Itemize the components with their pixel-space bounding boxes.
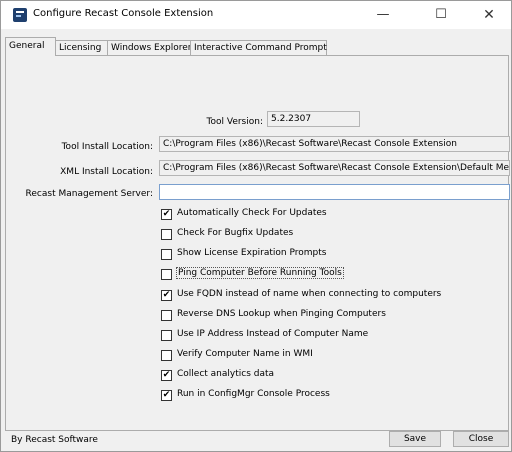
tool-install-label: Tool Install Location: bbox=[61, 142, 153, 152]
option-label: Check For Bugfix Updates bbox=[177, 228, 294, 238]
option-label: Use IP Address Instead of Computer Name bbox=[177, 329, 369, 339]
tab-strip: General Licensing Windows Explorer Inter… bbox=[5, 37, 509, 56]
maximize-button[interactable]: ☐ bbox=[421, 1, 461, 29]
close-window-button[interactable]: ✕ bbox=[469, 1, 509, 29]
tool-install-field: C:\Program Files (x86)\Recast Software\R… bbox=[159, 136, 510, 152]
checkbox[interactable] bbox=[161, 350, 172, 361]
close-button[interactable]: Close bbox=[453, 431, 509, 447]
app-icon bbox=[13, 8, 27, 22]
option-label: Verify Computer Name in WMI bbox=[177, 349, 313, 359]
option-label: Show License Expiration Prompts bbox=[177, 248, 327, 258]
recast-management-server-input[interactable] bbox=[159, 184, 510, 200]
tab-licensing[interactable]: Licensing bbox=[55, 40, 108, 55]
option-label: Ping Computer Before Running Tools bbox=[176, 267, 344, 279]
option-label: Run in ConfigMgr Console Process bbox=[177, 389, 330, 399]
save-button[interactable]: Save bbox=[389, 431, 441, 447]
rms-label: Recast Management Server: bbox=[25, 189, 153, 199]
minimize-button[interactable]: — bbox=[363, 1, 403, 29]
tab-general[interactable]: General bbox=[5, 37, 56, 56]
tool-version-field: 5.2.2307 bbox=[267, 111, 360, 127]
option-label: Reverse DNS Lookup when Pinging Computer… bbox=[177, 309, 386, 319]
window-title: Configure Recast Console Extension bbox=[33, 8, 214, 19]
option-label: Collect analytics data bbox=[177, 369, 275, 379]
tab-interactive-command-prompt[interactable]: Interactive Command Prompt bbox=[190, 40, 327, 55]
tool-version-label: Tool Version: bbox=[206, 117, 263, 127]
checkbox[interactable]: ✔ bbox=[161, 209, 172, 220]
title-bar: Configure Recast Console Extension — ☐ ✕ bbox=[1, 1, 511, 29]
checkbox[interactable] bbox=[161, 330, 172, 341]
checkbox[interactable]: ✔ bbox=[161, 370, 172, 381]
xml-install-label: XML Install Location: bbox=[60, 167, 153, 177]
tab-windows-explorer[interactable]: Windows Explorer bbox=[107, 40, 192, 55]
checkbox[interactable]: ✔ bbox=[161, 390, 172, 401]
xml-install-field: C:\Program Files (x86)\Recast Software\R… bbox=[159, 160, 510, 176]
checkbox[interactable] bbox=[161, 310, 172, 321]
option-label: Use FQDN instead of name when connecting… bbox=[177, 289, 442, 299]
checkbox[interactable] bbox=[161, 249, 172, 260]
configure-window: Configure Recast Console Extension — ☐ ✕… bbox=[0, 0, 512, 452]
status-text: By Recast Software bbox=[11, 435, 98, 445]
checkbox[interactable] bbox=[161, 269, 172, 280]
checkbox[interactable]: ✔ bbox=[161, 290, 172, 301]
option-label: Automatically Check For Updates bbox=[177, 208, 327, 218]
checkbox[interactable] bbox=[161, 229, 172, 240]
